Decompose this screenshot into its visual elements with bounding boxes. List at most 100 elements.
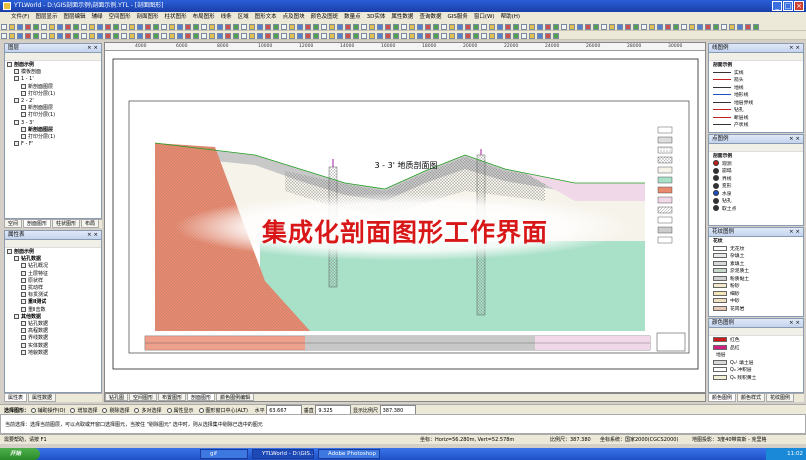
toolbar-icon[interactable] (409, 23, 415, 30)
toolbar-icon[interactable] (377, 23, 383, 30)
toolbar-icon[interactable] (377, 32, 383, 39)
legend-item[interactable]: 取土点 (709, 205, 803, 213)
tree-item[interactable]: 重Ⅱ测试 (7, 299, 99, 306)
menu-item[interactable]: 窗口(W) (471, 12, 498, 22)
toolbar-icon[interactable] (265, 32, 271, 39)
toolbar-icon[interactable] (73, 32, 79, 39)
fill-legend-close[interactable]: × × (789, 228, 800, 237)
toolbar-icon[interactable] (289, 23, 295, 30)
toolbar-icon[interactable] (577, 23, 583, 30)
legend-item[interactable]: 产状线 (709, 121, 803, 129)
legend-item[interactable]: 钻孔 (709, 197, 803, 205)
toolbar-icon[interactable] (489, 32, 495, 39)
toolbar-icon[interactable] (353, 23, 359, 30)
toolbar-icon[interactable] (145, 23, 151, 30)
legend-item[interactable]: 杂填土 (709, 252, 803, 260)
toolbar-icon[interactable] (417, 32, 423, 39)
menu-item[interactable]: 空间图形 (106, 12, 134, 22)
toolbar-icon[interactable] (513, 23, 519, 30)
toolbar-icon[interactable] (441, 32, 447, 39)
toolbar-icon[interactable] (505, 23, 511, 30)
tree-item[interactable]: 打印分层(1) (7, 134, 99, 141)
toolbar-icon[interactable] (17, 32, 23, 39)
tree-item[interactable]: 土层特征 (7, 270, 99, 278)
toolbar-icon[interactable] (105, 32, 111, 39)
toolbar-icon[interactable] (745, 23, 751, 30)
legend-item[interactable]: 细砂 (709, 290, 803, 298)
menu-item[interactable]: 属性数据 (388, 12, 416, 22)
toolbar-icon[interactable] (553, 32, 559, 39)
menu-item[interactable]: 线条 (218, 12, 235, 22)
menu-item[interactable]: 剖面图形 (134, 12, 162, 22)
menu-item[interactable]: 图层编辑 (60, 12, 88, 22)
taskbar-item-ytlworld[interactable]: YTLWorld - D:\GIS... (252, 449, 314, 459)
minimize-button[interactable]: _ (772, 1, 782, 11)
toolbar-icon[interactable] (625, 23, 631, 30)
toolbar-icon[interactable] (153, 23, 159, 30)
tree-item[interactable]: 地貌数据 (7, 349, 99, 357)
legend-item[interactable]: 地层界线 (709, 99, 803, 107)
tree-item[interactable]: 实体数据 (7, 342, 99, 350)
tab[interactable]: 布置图形 (158, 394, 187, 401)
toolbar-icon[interactable] (233, 32, 239, 39)
legend-item[interactable]: 水泉 (709, 190, 803, 198)
toolbar-icon[interactable] (529, 23, 535, 30)
toolbar-icon[interactable] (241, 32, 247, 39)
tab[interactable]: 颜色图例 (708, 394, 737, 402)
toolbar-icon[interactable] (689, 23, 695, 30)
toolbar-icon[interactable] (705, 23, 711, 30)
menu-item[interactable]: 文件(F) (8, 12, 32, 22)
legend-item[interactable]: 钻孔 (709, 106, 803, 114)
toolbar-icon[interactable] (537, 32, 543, 39)
tree-item[interactable]: 新剖面图层 (7, 83, 99, 91)
legend-item[interactable]: 崩塌 (709, 167, 803, 175)
toolbar-icon[interactable] (169, 23, 175, 30)
toolbar-icon[interactable] (33, 23, 39, 30)
toolbar-icon[interactable] (665, 23, 671, 30)
scale-value-field[interactable]: 387.380 (379, 405, 416, 414)
menu-item[interactable]: 数量点 (341, 12, 364, 22)
toolbar-icon[interactable] (249, 23, 255, 30)
tree-item[interactable]: 2 - 2' (7, 98, 99, 105)
toolbar-icon[interactable] (465, 32, 471, 39)
tree-item[interactable]: 打印分层(1) (7, 112, 99, 119)
toolbar-icon[interactable] (65, 32, 71, 39)
layers-panel-close[interactable]: × × (87, 44, 98, 53)
legend-item[interactable]: Q₄¹ 填土层 (709, 359, 803, 367)
tree-item[interactable]: 3 - 3' (7, 119, 99, 127)
line-legend-close[interactable]: × × (789, 44, 800, 53)
legend-item[interactable]: 粉砂 (709, 282, 803, 290)
toolbar-icon[interactable] (281, 23, 287, 30)
toolbar-icon[interactable] (401, 23, 407, 30)
toolbar-icon[interactable] (585, 23, 591, 30)
tab[interactable]: 属性数据 (28, 394, 57, 402)
vert-value-field[interactable]: 9.325 (315, 405, 352, 414)
toolbar-icon[interactable] (601, 23, 607, 30)
toolbar-icon[interactable] (457, 32, 463, 39)
toolbar-icon[interactable] (161, 23, 167, 30)
color-legend-close[interactable]: × × (789, 319, 800, 328)
tab[interactable]: 颜色样式 (737, 394, 766, 402)
legend-item[interactable]: 品红 (709, 344, 803, 352)
toolbar-icon[interactable] (297, 32, 303, 39)
tree-item[interactable]: 打印分层(1) (7, 90, 99, 98)
toolbar-icon[interactable] (617, 23, 623, 30)
legend-item[interactable]: 无花纹 (709, 245, 803, 253)
toolbar-icon[interactable] (9, 23, 15, 30)
tree-item[interactable]: 界线数据 (7, 335, 99, 342)
toolbar-icon[interactable] (185, 32, 191, 39)
menu-item[interactable]: 图形文本 (252, 12, 280, 22)
toolbar-icon[interactable] (369, 32, 375, 39)
toolbar-icon[interactable] (73, 23, 79, 30)
toolbar-icon[interactable] (609, 23, 615, 30)
menu-item[interactable]: 图层显示 (32, 12, 60, 22)
toolbar-icon[interactable] (57, 32, 63, 39)
tree-item[interactable]: 钻孔数据 (7, 321, 99, 328)
tree-item[interactable]: 其他数据 (7, 313, 99, 321)
toolbar-icon[interactable] (433, 32, 439, 39)
menu-item[interactable]: GIS服务 (444, 12, 470, 22)
toolbar-icon[interactable] (633, 23, 639, 30)
toolbar-icon[interactable] (441, 23, 447, 30)
toolbar-icon[interactable] (481, 32, 487, 39)
legend-item[interactable]: 断层线 (709, 114, 803, 122)
